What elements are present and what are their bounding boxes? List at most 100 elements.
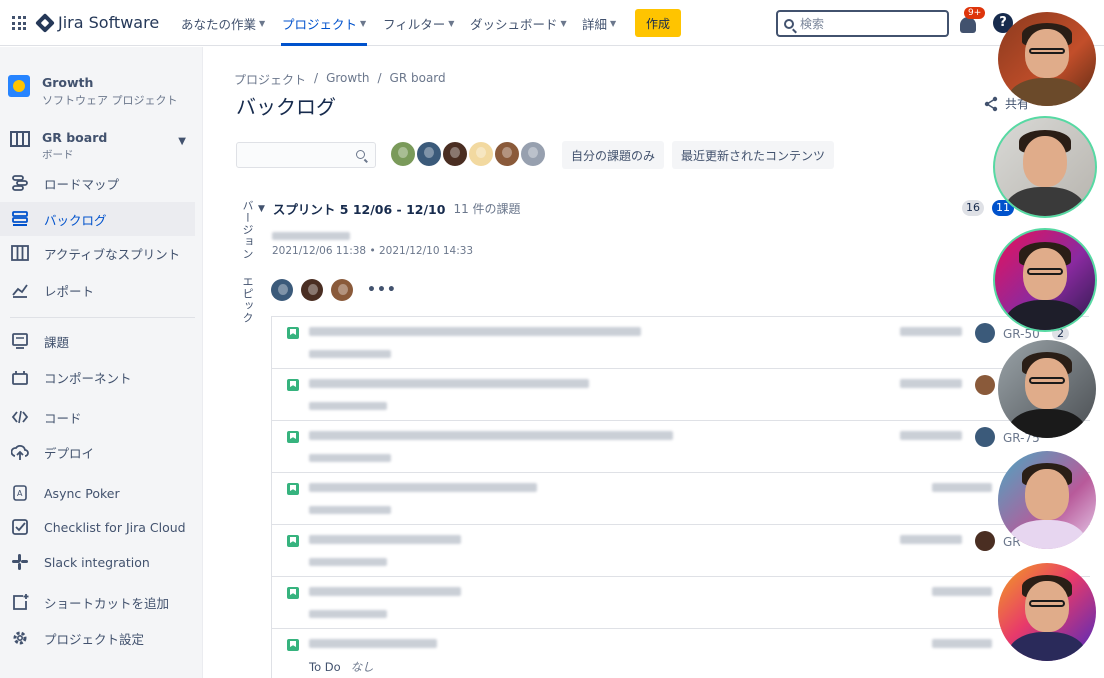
issue-row[interactable]	[272, 369, 1090, 421]
roadmap-icon	[10, 174, 30, 192]
assignee-avatar[interactable]	[441, 140, 469, 168]
video-participant[interactable]	[998, 451, 1096, 549]
sprint-issue-list: GR-50 2 GR-75 GR	[271, 316, 1090, 678]
participant-glasses	[1029, 47, 1065, 55]
participant-glasses	[1029, 600, 1065, 608]
only-my-issues-button[interactable]: 自分の課題のみ	[562, 141, 665, 169]
board-icon	[10, 131, 30, 147]
participant-glasses	[1029, 377, 1065, 385]
search-input[interactable]	[800, 16, 930, 31]
story-icon	[287, 535, 299, 547]
story-icon	[287, 327, 299, 339]
nav-more[interactable]: 詳細 ▼	[582, 14, 616, 33]
board-icon	[10, 244, 30, 262]
add-shortcut-icon	[10, 593, 30, 611]
issue-status[interactable]: To Do	[309, 660, 341, 674]
sidebar-item-components[interactable]: コンポーネント	[0, 360, 195, 394]
issue-meta-redacted	[309, 454, 391, 462]
search-box[interactable]	[776, 10, 949, 37]
sidebar-item-async-poker[interactable]: A Async Poker	[0, 476, 195, 510]
svg-text:A: A	[17, 489, 23, 498]
board-selector[interactable]: GR board ボード ▼	[10, 130, 190, 162]
sprint-dates: 2021/12/06 11:38 • 2021/12/10 14:33	[272, 245, 474, 257]
app-switcher-icon[interactable]	[12, 16, 26, 30]
breadcrumb: プロジェクト / Growth / GR board	[234, 71, 446, 88]
nav-label: プロジェクト	[282, 17, 358, 32]
assignee-avatar[interactable]	[975, 323, 995, 343]
sidebar-item-code[interactable]: コード	[0, 400, 195, 434]
sidebar-item-add-shortcut[interactable]: ショートカットを追加	[0, 585, 195, 619]
unassigned-avatar[interactable]	[519, 140, 547, 168]
assignee-avatar[interactable]	[975, 531, 995, 551]
assignee-avatar[interactable]	[467, 140, 495, 168]
assignee-avatar[interactable]	[415, 140, 443, 168]
sidebar-item-active-sprint[interactable]: アクティブなスプリント	[0, 236, 195, 270]
participant-body	[1007, 519, 1087, 549]
issue-row[interactable]: GR-75	[272, 421, 1090, 473]
issue-summary-redacted	[309, 587, 461, 596]
assignee-avatar[interactable]	[389, 140, 417, 168]
participant-avatar[interactable]	[301, 279, 323, 301]
product-name: Jira Software	[58, 13, 160, 32]
versions-tab[interactable]: バージョン	[239, 200, 255, 260]
breadcrumb-separator: /	[377, 71, 382, 85]
assignee-avatar[interactable]	[493, 140, 521, 168]
breadcrumb-item[interactable]: Growth	[326, 71, 369, 88]
participant-face	[1023, 135, 1067, 187]
issue-meta-redacted	[309, 350, 391, 358]
assignee-avatar[interactable]	[975, 427, 995, 447]
participant-avatar[interactable]	[331, 279, 353, 301]
sidebar-item-deploy[interactable]: デプロイ	[0, 435, 195, 469]
issue-row[interactable]: To Do なし	[272, 629, 1090, 678]
sidebar-item-slack[interactable]: Slack integration	[0, 545, 195, 579]
poker-card-icon: A	[10, 484, 30, 502]
story-icon	[287, 639, 299, 651]
sprint-header[interactable]: ▼ スプリント 5 12/06 - 12/10 11 件の課題	[258, 199, 521, 218]
video-participant[interactable]	[993, 116, 1097, 218]
issue-row[interactable]: GR-50 2	[272, 317, 1090, 369]
sidebar-item-checklist[interactable]: Checklist for Jira Cloud	[0, 510, 195, 544]
sprint-title: スプリント 5 12/06 - 12/10	[272, 202, 446, 217]
nav-projects[interactable]: プロジェクト ▼	[282, 14, 366, 33]
nav-dashboards[interactable]: ダッシュボード ▼	[470, 14, 567, 33]
breadcrumb-item[interactable]: プロジェクト	[234, 71, 306, 88]
issue-summary-redacted	[309, 483, 537, 492]
sidebar-item-issues[interactable]: 課題	[0, 324, 195, 358]
issue-row[interactable]	[272, 577, 1090, 629]
chevron-down-icon: ▼	[258, 203, 265, 214]
jira-logo[interactable]: Jira Software	[35, 12, 160, 33]
nav-label: 詳細	[582, 17, 608, 32]
video-participant[interactable]	[993, 228, 1097, 332]
sidebar-item-label: アクティブなスプリント	[44, 246, 181, 262]
issue-row[interactable]: GR	[272, 525, 1090, 577]
cloud-upload-icon	[10, 443, 30, 461]
recently-updated-button[interactable]: 最近更新されたコンテンツ	[672, 141, 835, 169]
breadcrumb-item[interactable]: GR board	[390, 71, 446, 88]
sidebar-item-roadmap[interactable]: ロードマップ	[0, 166, 195, 200]
participant-avatar[interactable]	[271, 279, 293, 301]
sprint-todo-count: 16	[962, 200, 984, 216]
issue-row[interactable]	[272, 473, 1090, 525]
project-type: ソフトウェア プロジェクト	[42, 94, 178, 107]
sidebar-item-backlog[interactable]: バックログ	[0, 202, 195, 236]
backlog-search-input[interactable]	[236, 142, 376, 168]
nav-your-work[interactable]: あなたの作業 ▼	[181, 14, 265, 33]
video-participant[interactable]	[998, 12, 1096, 106]
sidebar-item-reports[interactable]: レポート	[0, 273, 195, 307]
more-icon[interactable]: •••	[367, 282, 397, 298]
assignee-avatar[interactable]	[975, 375, 995, 395]
project-header[interactable]: Growth ソフトウェア プロジェクト	[8, 75, 178, 108]
sidebar-item-project-settings[interactable]: プロジェクト設定	[0, 621, 195, 655]
issue-meta-redacted	[309, 402, 387, 410]
sidebar-item-label: プロジェクト設定	[44, 631, 145, 647]
nav-filters[interactable]: フィルター ▼	[383, 14, 454, 33]
video-participant[interactable]	[998, 340, 1096, 438]
create-button[interactable]: 作成	[635, 9, 681, 37]
video-participant[interactable]	[998, 563, 1096, 661]
chevron-down-icon: ▼	[360, 19, 367, 28]
participant-face	[1025, 468, 1069, 520]
bell-icon	[960, 17, 976, 33]
epics-tab[interactable]: エピック	[239, 276, 255, 324]
sidebar-item-label: ショートカットを追加	[44, 595, 170, 611]
chevron-down-icon: ▼	[448, 19, 455, 28]
